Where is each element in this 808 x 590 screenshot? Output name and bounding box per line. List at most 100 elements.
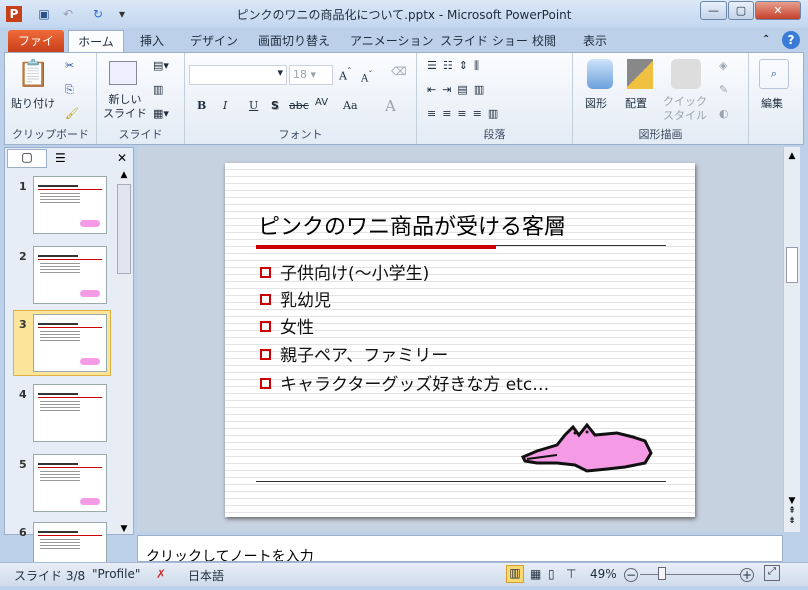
find-icon[interactable]: ⌕ — [759, 59, 789, 89]
reading-view-icon[interactable]: ▯ — [548, 567, 555, 581]
slides-label: スライド — [118, 128, 163, 141]
ribbon: 📋 貼り付け ✂ ⎘ 🖌 クリップボード 新しい スライド ▤▾ ▥ ▦▾ スラ… — [4, 52, 804, 145]
paste-icon[interactable]: 📋 — [17, 59, 49, 89]
slide-thumbnail[interactable] — [33, 246, 107, 304]
font-label: フォント — [278, 128, 323, 141]
slide-title[interactable]: ピンクのワニ商品が受ける客層 — [258, 209, 566, 241]
zoom-slider-track[interactable] — [640, 574, 740, 575]
minimize-button[interactable]: — — [700, 1, 727, 20]
underline-button[interactable]: U — [249, 99, 258, 112]
bullet-item[interactable]: 子供向け(〜小学生) — [260, 259, 429, 284]
grow-font-icon[interactable]: Aˆ — [339, 67, 352, 83]
zoom-level[interactable]: 49% — [590, 567, 617, 581]
pink-crocodile-image[interactable] — [517, 415, 657, 477]
paste-button[interactable]: 貼り付け — [11, 95, 55, 111]
tab-slideshow[interactable]: スライド ショー — [432, 30, 536, 52]
slide-thumbnail[interactable] — [33, 454, 107, 512]
slide-thumbnail[interactable] — [33, 314, 107, 372]
quick-styles-icon[interactable] — [671, 59, 701, 89]
new-slide-icon[interactable] — [109, 61, 137, 85]
shapes-button[interactable]: 図形 — [585, 95, 607, 111]
drawing-label: 図形描画 — [638, 128, 683, 141]
align-icons[interactable]: ≡≡≡≡▥ — [427, 107, 504, 120]
slide-thumbnail[interactable] — [33, 384, 107, 442]
current-slide[interactable]: ピンクのワニ商品が受ける客層 子供向け(〜小学生) 乳幼児 女性 親子ペア、ファ… — [225, 163, 695, 517]
outline-tab[interactable]: ☰ — [55, 151, 66, 165]
slide-scrollbar[interactable]: ▲ ▼ ⇞ ⇟ — [783, 147, 800, 532]
change-case-button[interactable]: Aa — [343, 99, 358, 112]
font-color-button[interactable]: A — [385, 97, 396, 115]
status-bar: スライド 3/8 "Profile" ✗ 日本語 ▥ ▦ ▯ ⊤ 49% − +… — [0, 562, 808, 586]
drawing-group: 図形 配置 クイック スタイル ◈ ✎ ◐ 図形描画 — [573, 53, 749, 144]
list-icons[interactable]: ☰☷⇕⫼ — [427, 59, 485, 73]
tab-review[interactable]: 校閲 — [524, 30, 564, 52]
bullet-item[interactable]: キャラクターグッズ好きな方 etc… — [260, 370, 549, 395]
section-icon[interactable]: ▦▾ — [153, 107, 169, 120]
zoom-in-button[interactable]: + — [740, 568, 754, 582]
zoom-slider-thumb[interactable] — [657, 567, 666, 580]
clear-formatting-icon[interactable]: ⌫ — [391, 65, 407, 78]
shadow-button[interactable]: S — [271, 99, 279, 112]
fit-to-window-button[interactable]: ⤢ — [764, 565, 780, 581]
spellcheck-icon[interactable]: ✗ — [156, 567, 166, 581]
cut-icon[interactable]: ✂ — [65, 59, 74, 72]
copy-icon[interactable]: ⎘ — [65, 83, 74, 97]
minimize-ribbon-icon[interactable]: ⌃ — [762, 34, 770, 45]
tab-animations[interactable]: アニメーション — [342, 30, 442, 52]
tab-home[interactable]: ホーム — [68, 30, 124, 52]
slides-tab[interactable]: ▢ — [7, 149, 47, 168]
tab-transitions[interactable]: 画面切り替え — [250, 30, 338, 52]
strikethrough-button[interactable]: abc — [289, 99, 309, 112]
tab-file[interactable]: ファイル — [8, 30, 64, 70]
slideshow-icon[interactable]: ⊤ — [566, 567, 576, 581]
slide-editing-area: ピンクのワニ商品が受ける客層 子供向け(〜小学生) 乳幼児 女性 親子ペア、ファ… — [137, 147, 783, 532]
tab-design[interactable]: デザイン — [182, 30, 246, 52]
theme-name[interactable]: "Profile" — [92, 567, 140, 581]
quick-styles-button[interactable]: クイック スタイル — [663, 95, 707, 123]
bullet-item[interactable]: 乳幼児 — [260, 286, 331, 311]
thumbnail-scrollbar[interactable]: ▲ ▼ — [116, 170, 132, 534]
indent-icons[interactable]: ⇤⇥▤▥ — [427, 83, 490, 96]
maximize-button[interactable]: ▢ — [728, 1, 754, 20]
shape-effects-icon[interactable]: ◐ — [719, 107, 729, 120]
clipboard-group: 📋 貼り付け ✂ ⎘ 🖌 クリップボード — [5, 53, 97, 144]
bold-button[interactable]: B — [197, 99, 206, 112]
tab-insert[interactable]: 挿入 — [132, 30, 172, 52]
shapes-icon[interactable] — [587, 59, 613, 89]
slide-number: 1 — [19, 180, 27, 193]
arrange-icon[interactable] — [627, 59, 653, 89]
font-size-dropdown[interactable]: 18 ▾ — [289, 65, 333, 85]
notes-pane[interactable]: クリックしてノートを入力 — [137, 535, 783, 562]
arrange-button[interactable]: 配置 — [625, 95, 647, 111]
paragraph-label: 段落 — [483, 128, 506, 141]
close-button[interactable]: ✕ — [755, 1, 801, 20]
bullet-item[interactable]: 親子ペア、ファミリー — [260, 341, 448, 366]
font-name-dropdown[interactable]: ▾ — [189, 65, 287, 85]
language-indicator[interactable]: 日本語 — [188, 567, 224, 584]
tab-view[interactable]: 表示 — [575, 30, 615, 52]
editing-button[interactable]: 編集 — [761, 95, 783, 111]
help-icon[interactable]: ? — [782, 31, 800, 49]
bullet-item[interactable]: 女性 — [260, 313, 314, 338]
slide-sorter-icon[interactable]: ▦ — [530, 567, 541, 581]
slide-thumbnail-pane: ▢ ☰ ✕ ▲ ▼ 1 2 3 4 5 6 — [4, 147, 134, 580]
shape-outline-icon[interactable]: ✎ — [719, 83, 728, 96]
italic-button[interactable]: I — [223, 99, 227, 112]
format-painter-icon[interactable]: 🖌 — [65, 107, 79, 120]
paragraph-group: ☰☷⇕⫼ ⇤⇥▤▥ ≡≡≡≡▥ 段落 — [417, 53, 573, 144]
close-pane-icon[interactable]: ✕ — [117, 151, 127, 165]
clipboard-label: クリップボード — [12, 128, 89, 141]
layout-icon[interactable]: ▤▾ — [153, 59, 169, 72]
slide-thumbnail[interactable] — [33, 176, 107, 234]
font-group: ▾ 18 ▾ Aˆ Aˇ ⌫ B I U S abc AV Aa A フォント — [185, 53, 417, 144]
shape-fill-icon[interactable]: ◈ — [719, 59, 727, 72]
char-spacing-button[interactable]: AV — [315, 97, 328, 108]
new-slide-button[interactable]: 新しい スライド — [103, 93, 147, 121]
font-size-value: 18 — [293, 68, 307, 81]
scrollbar-thumb[interactable] — [786, 247, 798, 283]
reset-icon[interactable]: ▥ — [153, 83, 163, 96]
zoom-out-button[interactable]: − — [624, 568, 638, 582]
editing-group: ⌕ 編集 — [749, 53, 803, 144]
shrink-font-icon[interactable]: Aˇ — [361, 69, 372, 84]
normal-view-icon[interactable]: ▥ — [506, 565, 524, 583]
